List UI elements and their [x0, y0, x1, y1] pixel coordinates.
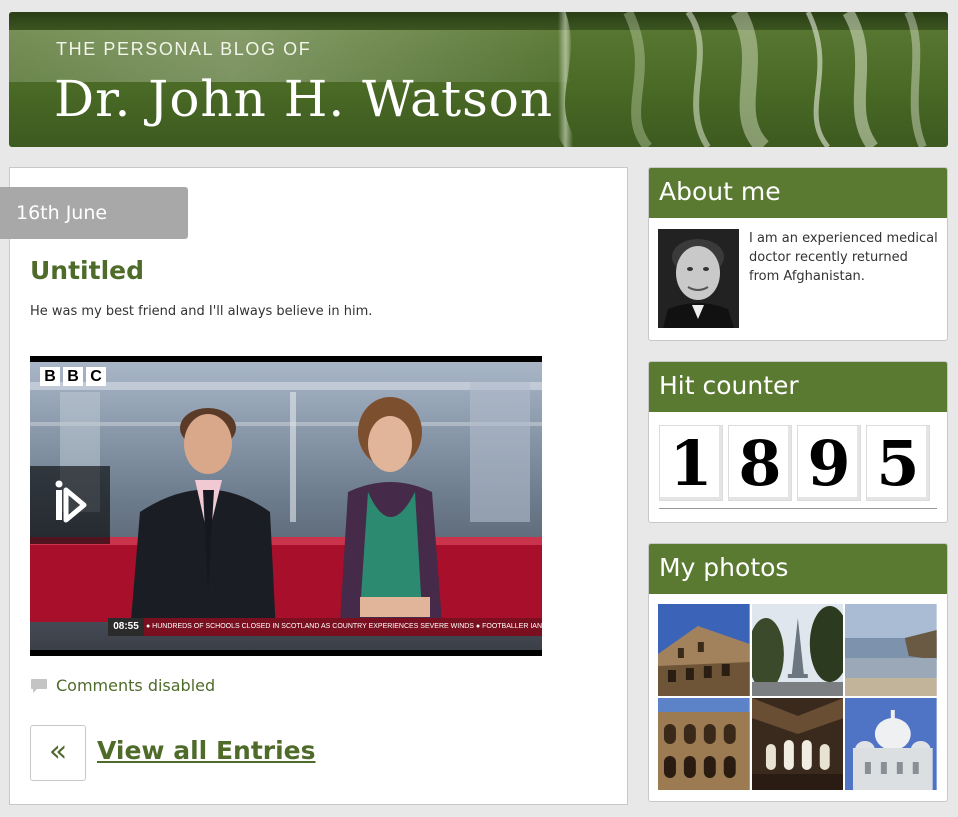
photo-thumbnail-colosseum-exterior[interactable]: [658, 604, 750, 696]
bbc-logo-letter: B: [40, 367, 60, 386]
news-ticker-time: 08:55: [108, 618, 144, 636]
photo-thumbnail-coastal-cliffs[interactable]: [845, 604, 937, 696]
hit-counter-heading: Hit counter: [649, 362, 947, 412]
my-photos-heading: My photos: [649, 544, 947, 594]
counter-digit: 9: [797, 425, 861, 501]
about-me-bio: I am an experienced medical doctor recen…: [749, 231, 938, 284]
profile-photo: [658, 229, 739, 328]
banner-subtitle: THE PERSONAL BLOG OF: [56, 39, 312, 59]
view-all-entries-link[interactable]: View all Entries: [97, 736, 316, 765]
bbc-logo-letter: C: [86, 367, 106, 386]
counter-digit: 5: [866, 425, 930, 501]
banner-light-streaks-graphic: [551, 12, 927, 147]
hit-counter-widget: Hit counter 1 8 9 5: [648, 361, 948, 523]
photo-thumbnail-eiffel-tower-trees[interactable]: [751, 604, 844, 696]
embedded-video[interactable]: B B C ● HUNDREDS OF SCHOOLS CLOSED IN SC…: [30, 356, 542, 656]
blog-title[interactable]: Dr. John H. Watson: [54, 70, 553, 128]
bbc-logo-letter: B: [63, 367, 83, 386]
photo-grid: [658, 604, 937, 790]
news-ticker: ● HUNDREDS OF SCHOOLS CLOSED IN SCOTLAND…: [108, 618, 542, 636]
post-title: Untitled: [30, 256, 144, 285]
about-me-widget: About me I am an experienced medical doc…: [648, 167, 948, 341]
comments-status: Comments disabled: [30, 676, 215, 695]
iplayer-play-icon: [55, 480, 87, 523]
post-date-tab: 16th June: [0, 187, 188, 239]
counter-digit: 1: [659, 425, 723, 501]
blog-banner: THE PERSONAL BLOG OF Dr. John H. Watson: [9, 12, 948, 147]
my-photos-widget: My photos: [648, 543, 948, 802]
post-body: He was my best friend and I'll always be…: [30, 304, 373, 319]
counter-digit: 8: [728, 425, 792, 501]
photo-thumbnail-colosseum-arches[interactable]: [658, 698, 750, 790]
video-play-button[interactable]: [30, 466, 110, 544]
photo-thumbnail-sacre-coeur[interactable]: [845, 698, 937, 790]
counter-divider: [659, 508, 937, 509]
speech-bubble-icon: [31, 678, 47, 693]
photo-thumbnail-cathedral-interior[interactable]: [751, 698, 844, 790]
hit-counter-digits: 1 8 9 5: [659, 425, 930, 501]
about-me-heading: About me: [649, 168, 947, 218]
comments-label: Comments disabled: [56, 676, 216, 695]
bbc-logo: B B C: [40, 367, 106, 386]
previous-entries-button[interactable]: «: [30, 725, 86, 781]
